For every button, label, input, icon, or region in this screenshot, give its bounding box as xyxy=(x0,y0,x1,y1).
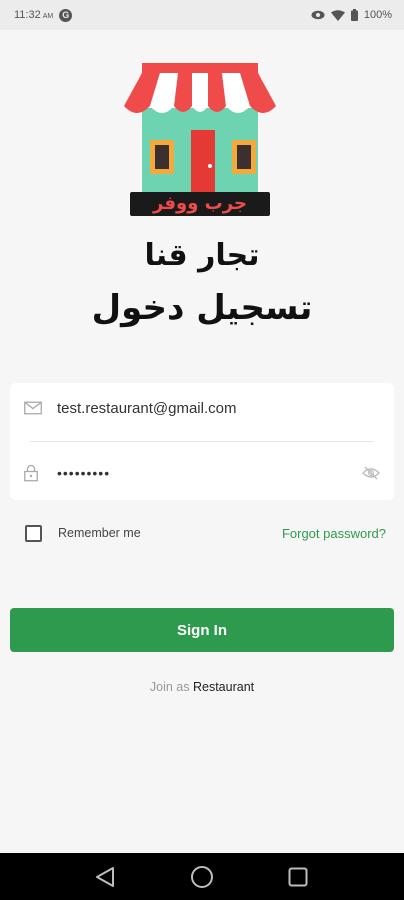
email-field[interactable] xyxy=(10,383,394,433)
join-restaurant-link[interactable]: Restaurant xyxy=(193,680,254,694)
forgot-password-link[interactable]: Forgot password? xyxy=(282,526,386,541)
password-field[interactable] xyxy=(10,448,394,498)
app-title: تجار قنا xyxy=(144,238,260,273)
store-sign-text: جرب ووفر xyxy=(153,193,247,214)
battery-percent: 100% xyxy=(363,9,392,21)
join-prefix: Join as xyxy=(149,680,190,694)
navigation-bar xyxy=(0,853,404,900)
home-icon[interactable] xyxy=(190,865,214,889)
mail-icon xyxy=(24,401,42,415)
email-input[interactable] xyxy=(57,393,357,423)
eye-status-icon xyxy=(311,10,325,20)
back-icon[interactable] xyxy=(94,866,116,888)
remember-checkbox[interactable] xyxy=(25,525,42,542)
login-heading: تسجيل دخول xyxy=(91,288,313,328)
status-time-suffix: AM xyxy=(42,13,54,20)
status-left: 11:32 AM G xyxy=(14,8,73,22)
status-bar: 11:32 AM G 100% xyxy=(0,0,404,30)
status-time-value: 11:32 xyxy=(14,9,41,21)
remember-label: Remember me xyxy=(58,526,141,540)
battery-icon xyxy=(350,9,358,21)
wifi-icon xyxy=(330,9,345,21)
eye-off-icon[interactable] xyxy=(362,466,380,480)
sign-in-button[interactable]: Sign In xyxy=(10,608,394,652)
login-form xyxy=(10,383,394,500)
lock-icon xyxy=(24,464,38,482)
status-right: 100% xyxy=(311,9,392,21)
store-logo: جرب ووفر xyxy=(120,58,280,223)
status-time: 11:32 AM xyxy=(14,9,53,21)
join-row: Join as Restaurant xyxy=(0,680,404,694)
recents-icon[interactable] xyxy=(288,867,308,887)
app-notification-icon: G xyxy=(59,8,73,22)
field-divider xyxy=(30,441,374,442)
password-input[interactable] xyxy=(57,458,357,488)
